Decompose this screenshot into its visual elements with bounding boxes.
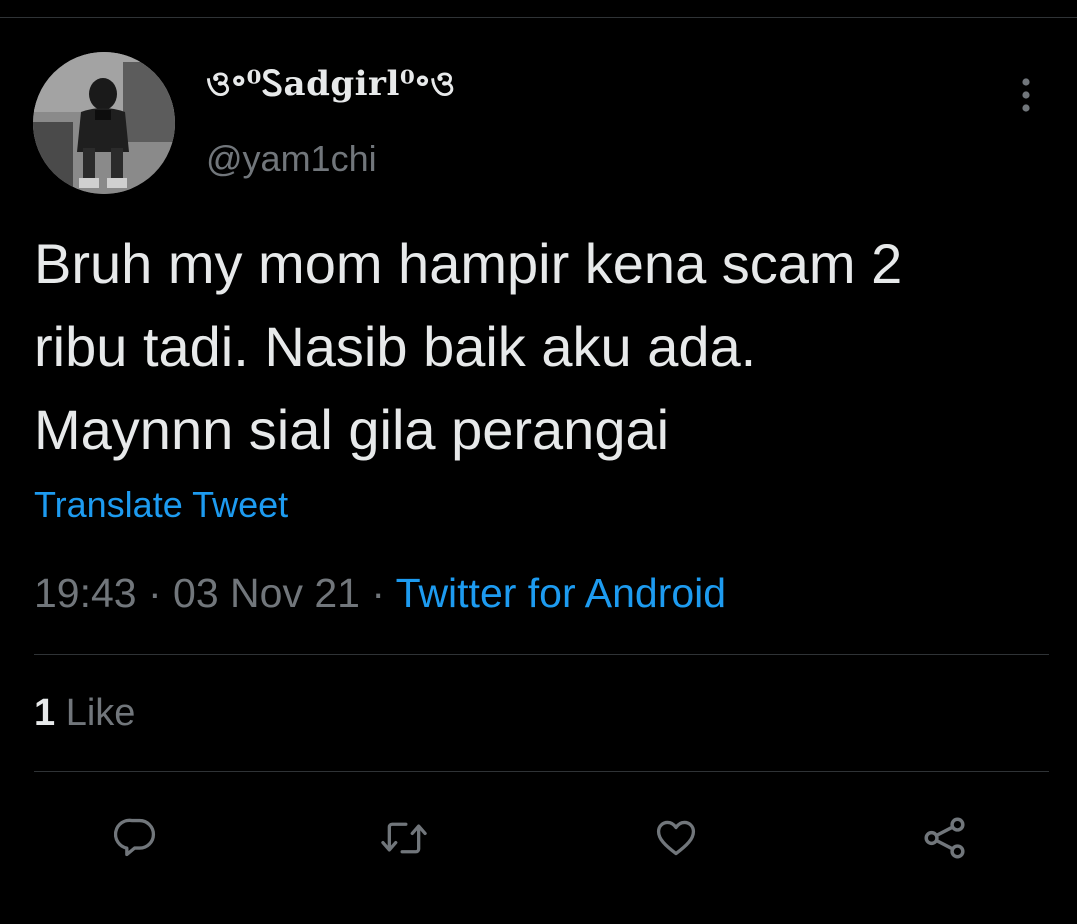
reply-icon bbox=[114, 818, 156, 857]
likes-label: Like bbox=[65, 692, 136, 734]
tweet-text: Bruh my mom hampir kena scam 2 ribu tadi… bbox=[34, 232, 903, 461]
reply-button[interactable] bbox=[108, 810, 164, 866]
likes-stat[interactable]: 1 Like bbox=[34, 692, 135, 735]
tweet-metadata: 19:43 · 03 Nov 21 · Twitter for Android bbox=[34, 570, 726, 617]
divider bbox=[34, 654, 1049, 655]
tweet-source-link[interactable]: Twitter for Android bbox=[396, 570, 726, 616]
top-divider bbox=[0, 17, 1077, 18]
more-options-button[interactable] bbox=[1005, 72, 1047, 118]
retweet-icon bbox=[381, 822, 427, 854]
tweet-time: 19:43 bbox=[34, 570, 137, 616]
share-button[interactable] bbox=[917, 810, 973, 866]
meta-separator: · bbox=[136, 570, 174, 616]
retweet-button[interactable] bbox=[376, 810, 432, 866]
tweet-date: 03 Nov 21 bbox=[173, 570, 360, 616]
avatar[interactable] bbox=[33, 52, 175, 194]
meta-separator: · bbox=[359, 570, 396, 616]
like-button[interactable] bbox=[648, 810, 704, 866]
heart-icon bbox=[656, 820, 696, 856]
more-vertical-icon bbox=[1022, 78, 1030, 112]
avatar-photo-icon bbox=[33, 52, 175, 194]
likes-count: 1 bbox=[34, 692, 56, 734]
translate-tweet-link[interactable]: Translate Tweet bbox=[34, 484, 288, 526]
divider bbox=[34, 771, 1049, 772]
share-icon bbox=[924, 817, 965, 859]
user-handle[interactable]: @yam1chi bbox=[206, 138, 377, 180]
display-name[interactable]: ও॰⁰Ꮪadgirl⁰॰ও bbox=[206, 58, 456, 115]
